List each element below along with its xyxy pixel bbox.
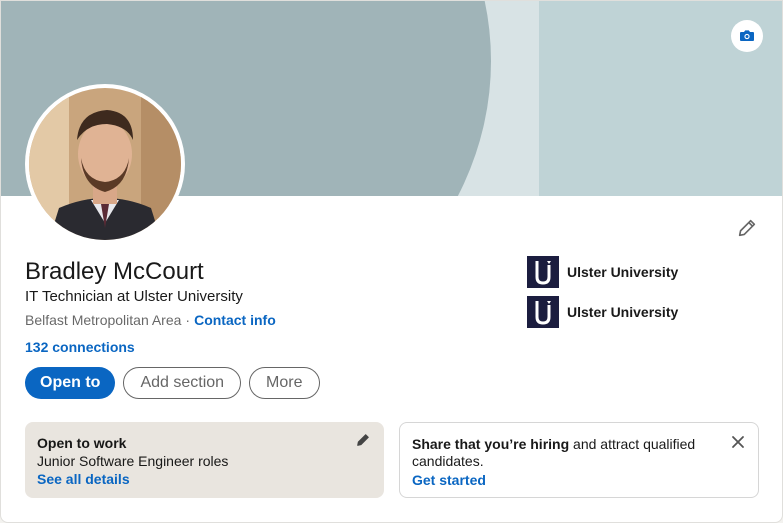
- connections-link[interactable]: 132 connections: [25, 339, 135, 355]
- profile-actions: Open to Add section More: [25, 367, 320, 399]
- profile-photo[interactable]: [25, 84, 185, 244]
- ulster-university-logo: [527, 296, 559, 328]
- camera-icon: [740, 30, 754, 41]
- add-section-button[interactable]: Add section: [123, 367, 242, 399]
- location-row: Belfast Metropolitan Area · Contact info: [25, 312, 276, 328]
- more-button[interactable]: More: [249, 367, 320, 399]
- profile-location: Belfast Metropolitan Area: [25, 312, 182, 328]
- hiring-bold-text: Share that you’re hiring: [412, 436, 570, 452]
- ulster-university-logo: [527, 256, 559, 288]
- education-item[interactable]: Ulster University: [527, 296, 678, 328]
- edit-banner-button[interactable]: [731, 20, 763, 52]
- profile-name: Bradley McCourt: [25, 258, 204, 285]
- pencil-icon: [357, 434, 369, 446]
- open-to-work-title: Open to work: [37, 435, 127, 451]
- get-started-link[interactable]: Get started: [412, 472, 746, 488]
- edit-profile-button[interactable]: [731, 212, 763, 244]
- education-name: Ulster University: [567, 264, 679, 280]
- see-all-details-link[interactable]: See all details: [37, 471, 372, 487]
- education-name: Ulster University: [567, 304, 679, 320]
- hiring-card: Share that you’re hiring and attract qua…: [399, 422, 759, 498]
- profile-card: Bradley McCourt IT Technician at Ulster …: [0, 0, 783, 523]
- profile-headline: IT Technician at Ulster University: [25, 288, 243, 305]
- education-list: Ulster University Ulster University: [527, 256, 678, 336]
- hiring-text: Share that you’re hiring and attract qua…: [412, 436, 712, 470]
- edit-open-to-work-button[interactable]: [355, 432, 371, 453]
- dismiss-hiring-button[interactable]: [730, 434, 746, 455]
- contact-info-link[interactable]: Contact info: [194, 312, 276, 328]
- open-to-button[interactable]: Open to: [25, 367, 116, 399]
- close-icon: [732, 436, 744, 448]
- open-to-work-card: Open to work Junior Software Engineer ro…: [25, 422, 384, 498]
- open-to-work-roles: Junior Software Engineer roles: [37, 453, 229, 469]
- separator: ·: [185, 312, 191, 328]
- pencil-icon: [738, 219, 756, 237]
- education-item[interactable]: Ulster University: [527, 256, 678, 288]
